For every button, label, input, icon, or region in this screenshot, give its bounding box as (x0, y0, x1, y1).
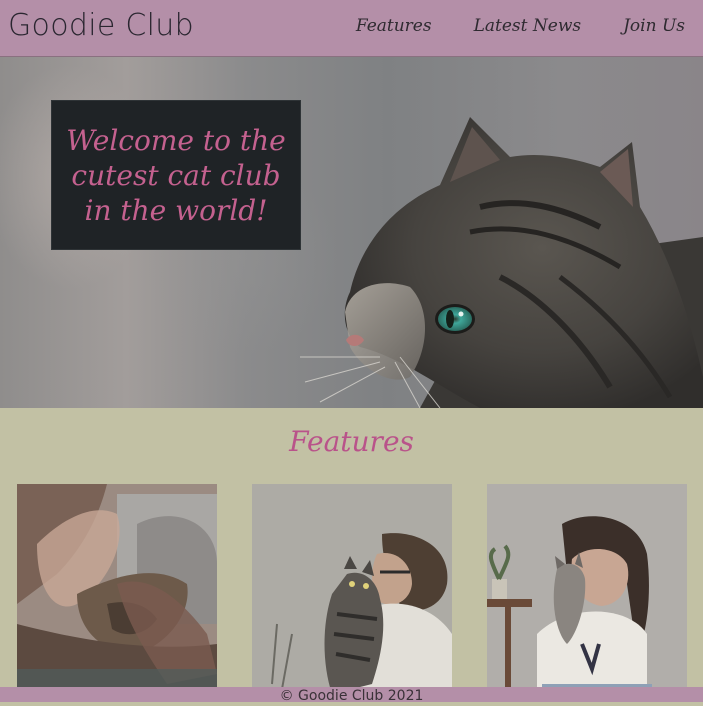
woman-holding-cat-photo (252, 484, 452, 702)
nav-link-features[interactable]: Features (356, 16, 432, 36)
nav-link-latest-news[interactable]: Latest News (474, 16, 582, 36)
welcome-line-1: Welcome to the (66, 123, 286, 157)
site-footer: © Goodie Club 2021 (0, 687, 703, 704)
feature-card-2[interactable] (252, 484, 452, 702)
nav-link-join-us[interactable]: Join Us (623, 16, 685, 36)
welcome-box: Welcome to the cutest cat club in the wo… (51, 100, 301, 250)
girl-kissing-kitten-photo (487, 484, 687, 702)
brand-logo[interactable]: Goodie Club (8, 8, 194, 43)
welcome-line-3: in the world! (84, 193, 268, 227)
site-header: Goodie Club Features Latest News Join Us (0, 0, 703, 57)
features-heading: Features (289, 425, 414, 458)
hero-banner: Welcome to the cutest cat club in the wo… (0, 57, 703, 408)
high-five-cat-paw-photo (17, 484, 217, 702)
feature-card-1[interactable] (17, 484, 217, 702)
feature-card-3[interactable] (487, 484, 687, 702)
welcome-line-2: cutest cat club (71, 158, 281, 192)
welcome-heading: Welcome to the cutest cat club in the wo… (61, 123, 291, 228)
main-nav: Features Latest News Join Us (356, 16, 685, 36)
